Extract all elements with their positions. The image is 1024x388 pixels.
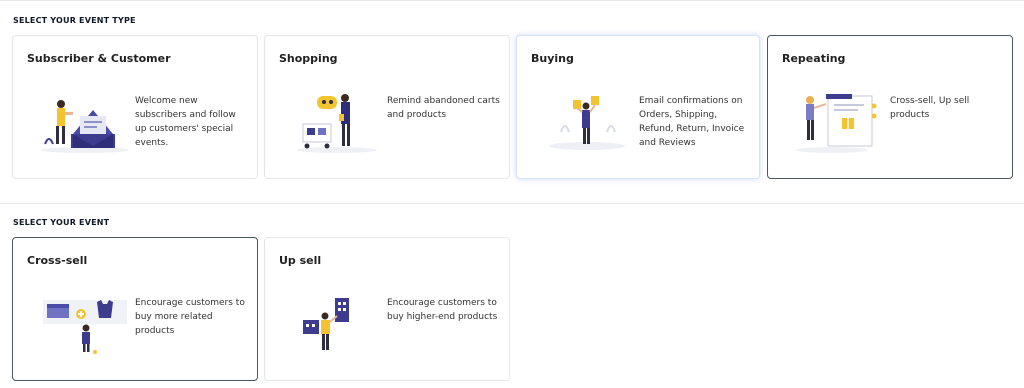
products-tower-illustration-icon: [303, 298, 349, 350]
card-title: Cross-sell: [27, 254, 88, 267]
card-description: Remind abandoned carts and products: [387, 96, 500, 120]
clothing-items-illustration-icon: [43, 300, 127, 354]
event-section-label: SELECT YOUR EVENT: [13, 218, 110, 227]
card-description: Email confirmations on Orders, Shipping,…: [639, 96, 745, 148]
card-description: Cross-sell, Up sell products: [890, 96, 970, 120]
card-title: Up sell: [279, 254, 322, 267]
card-title: Repeating: [782, 52, 846, 65]
card-description: Welcome new subscribers and follow up cu…: [135, 96, 236, 148]
card-title: Shopping: [279, 52, 338, 65]
card-title: Subscriber & Customer: [27, 52, 171, 65]
top-divider: [0, 0, 1024, 1]
card-description: Encourage customers to buy higher-end pr…: [387, 298, 498, 322]
shopping-bags-illustration-icon: [549, 96, 625, 150]
event-type-card-shopping[interactable]: Shopping Remind abandoned carts and prod…: [264, 35, 510, 179]
event-type-card-subscriber-customer[interactable]: Subscriber & Customer Welcome new subscr…: [12, 35, 258, 179]
event-type-card-buying[interactable]: Buying Email confirmations on Orders, Sh…: [516, 35, 760, 179]
event-card-cross-sell[interactable]: Cross-sell Encourage customers to buy mo…: [12, 237, 258, 381]
event-type-card-repeating[interactable]: Repeating Cross-sell, Up sell products: [767, 35, 1013, 179]
event-type-section-label: SELECT YOUR EVENT TYPE: [13, 16, 136, 25]
card-description: Encourage customers to buy more related …: [135, 298, 245, 336]
section-divider: [0, 203, 1024, 204]
event-card-up-sell[interactable]: Up sell Encourage customers to buy highe…: [264, 237, 510, 381]
shopping-cart-illustration-icon: [297, 94, 377, 153]
gift-board-illustration-icon: [796, 94, 877, 153]
email-envelope-illustration-icon: [41, 100, 129, 153]
card-title: Buying: [531, 52, 574, 65]
